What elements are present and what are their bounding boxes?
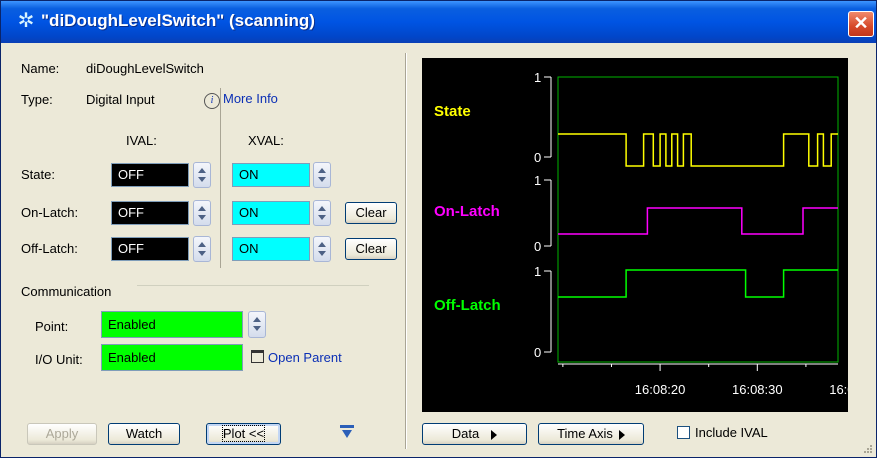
state-ival-spinner[interactable]: [193, 162, 211, 188]
open-parent-label: Open Parent: [268, 350, 342, 365]
on-latch-label: On-Latch:: [21, 205, 79, 220]
plot-button-label: Plot <<: [221, 425, 266, 442]
plot-area: 1 0 State 1 0 On-Latch 1 0 Off-Latch 16:08:20 16:0…: [422, 58, 848, 412]
y-tick-label: 0: [534, 345, 541, 360]
scanning-icon: ✲: [17, 10, 35, 32]
clear-off-latch-button[interactable]: Clear: [345, 238, 397, 260]
y-tick-label: 0: [534, 239, 541, 254]
name-value: diDoughLevelSwitch: [86, 61, 204, 76]
spin-up-icon: [198, 168, 206, 173]
menu-arrow-icon: [491, 429, 498, 440]
plot-frame: [557, 76, 839, 363]
plot-svg: 1 0 State 1 0 On-Latch 1 0 Off-Latch 16:08:20 16:0…: [434, 70, 848, 397]
plot-button[interactable]: Plot <<: [206, 423, 281, 445]
menu-arrow-icon: [618, 429, 625, 440]
point-label: Point:: [35, 319, 69, 334]
spin-down-icon: [318, 215, 326, 220]
series-line-off-latch: [558, 269, 838, 298]
series-label-state: State: [434, 103, 471, 120]
window-icon: [251, 350, 264, 363]
series-line-on-latch: [558, 207, 838, 235]
close-button[interactable]: ✕: [848, 11, 874, 37]
title-bar[interactable]: ✲ "diDoughLevelSwitch" (scanning) ✕: [1, 1, 876, 43]
spin-down-icon: [198, 215, 206, 220]
io-unit-label: I/O Unit:: [35, 352, 83, 367]
communication-divider: [137, 285, 369, 286]
pin-icon[interactable]: [340, 425, 354, 439]
include-ival-checkbox[interactable]: [677, 426, 690, 439]
time-axis-button-label: Time Axis: [557, 426, 613, 441]
panel-splitter[interactable]: [405, 53, 407, 449]
info-icon: i: [204, 93, 220, 109]
spin-up-icon: [318, 206, 326, 211]
clear-on-latch-button[interactable]: Clear: [345, 202, 397, 224]
time-axis-menu-button[interactable]: Time Axis: [538, 423, 644, 445]
more-info-link[interactable]: i More Info: [204, 91, 278, 109]
off-latch-xval-field[interactable]: ON: [232, 237, 310, 261]
spin-down-icon: [253, 326, 261, 331]
series-label-on-latch: On-Latch: [434, 203, 500, 220]
series-line-state: [558, 133, 838, 167]
name-label: Name:: [21, 61, 59, 76]
spin-up-icon: [318, 168, 326, 173]
x-tick-label: 16:08:40: [829, 382, 848, 397]
state-xval-field[interactable]: ON: [232, 163, 310, 187]
spin-down-icon: [318, 177, 326, 182]
window-title: "diDoughLevelSwitch" (scanning): [41, 11, 315, 30]
state-label: State:: [21, 167, 55, 182]
point-spinner[interactable]: [248, 311, 266, 338]
xval-header: XVAL:: [248, 133, 284, 148]
more-info-label: More Info: [223, 91, 278, 106]
type-value: Digital Input: [86, 92, 155, 107]
column-divider: [220, 88, 221, 268]
x-tick-label: 16:08:20: [635, 382, 686, 397]
spin-down-icon: [198, 177, 206, 182]
series-label-off-latch: Off-Latch: [434, 297, 501, 314]
state-ival-field[interactable]: OFF: [111, 163, 189, 187]
ival-header: IVAL:: [126, 133, 157, 148]
spin-down-icon: [198, 251, 206, 256]
inspect-window: ✲ "diDoughLevelSwitch" (scanning) ✕ Name…: [0, 0, 877, 458]
data-button-label: Data: [451, 426, 480, 441]
off-latch-xval-spinner[interactable]: [313, 236, 331, 262]
y-tick-label: 0: [534, 150, 541, 165]
spin-up-icon: [318, 242, 326, 247]
name-label-text: Name:: [21, 61, 60, 76]
data-menu-button[interactable]: Data: [422, 423, 527, 445]
off-latch-ival-spinner[interactable]: [193, 236, 211, 262]
spin-up-icon: [198, 206, 206, 211]
spin-down-icon: [318, 251, 326, 256]
x-tick-label: 16:08:30: [732, 382, 783, 397]
spin-up-icon: [198, 242, 206, 247]
off-latch-ival-field[interactable]: OFF: [111, 237, 189, 261]
state-xval-spinner[interactable]: [313, 162, 331, 188]
y-tick-label: 1: [534, 173, 541, 188]
watch-button[interactable]: Watch: [108, 423, 180, 445]
point-field[interactable]: Enabled: [101, 311, 243, 338]
io-unit-field[interactable]: Enabled: [101, 344, 243, 371]
type-label: Type:: [21, 92, 53, 107]
include-ival-label: Include IVAL: [695, 425, 768, 440]
apply-button[interactable]: Apply: [27, 423, 97, 445]
communication-heading: Communication: [21, 284, 112, 299]
y-tick-label: 1: [534, 70, 541, 85]
off-latch-label: Off-Latch:: [21, 241, 78, 256]
y-tick-label: 1: [534, 264, 541, 279]
spin-up-icon: [253, 317, 261, 322]
on-latch-ival-field[interactable]: OFF: [111, 201, 189, 225]
resize-grip-icon[interactable]: [863, 444, 873, 454]
on-latch-xval-field[interactable]: ON: [232, 201, 310, 225]
on-latch-xval-spinner[interactable]: [313, 200, 331, 226]
open-parent-link[interactable]: Open Parent: [251, 350, 342, 365]
on-latch-ival-spinner[interactable]: [193, 200, 211, 226]
